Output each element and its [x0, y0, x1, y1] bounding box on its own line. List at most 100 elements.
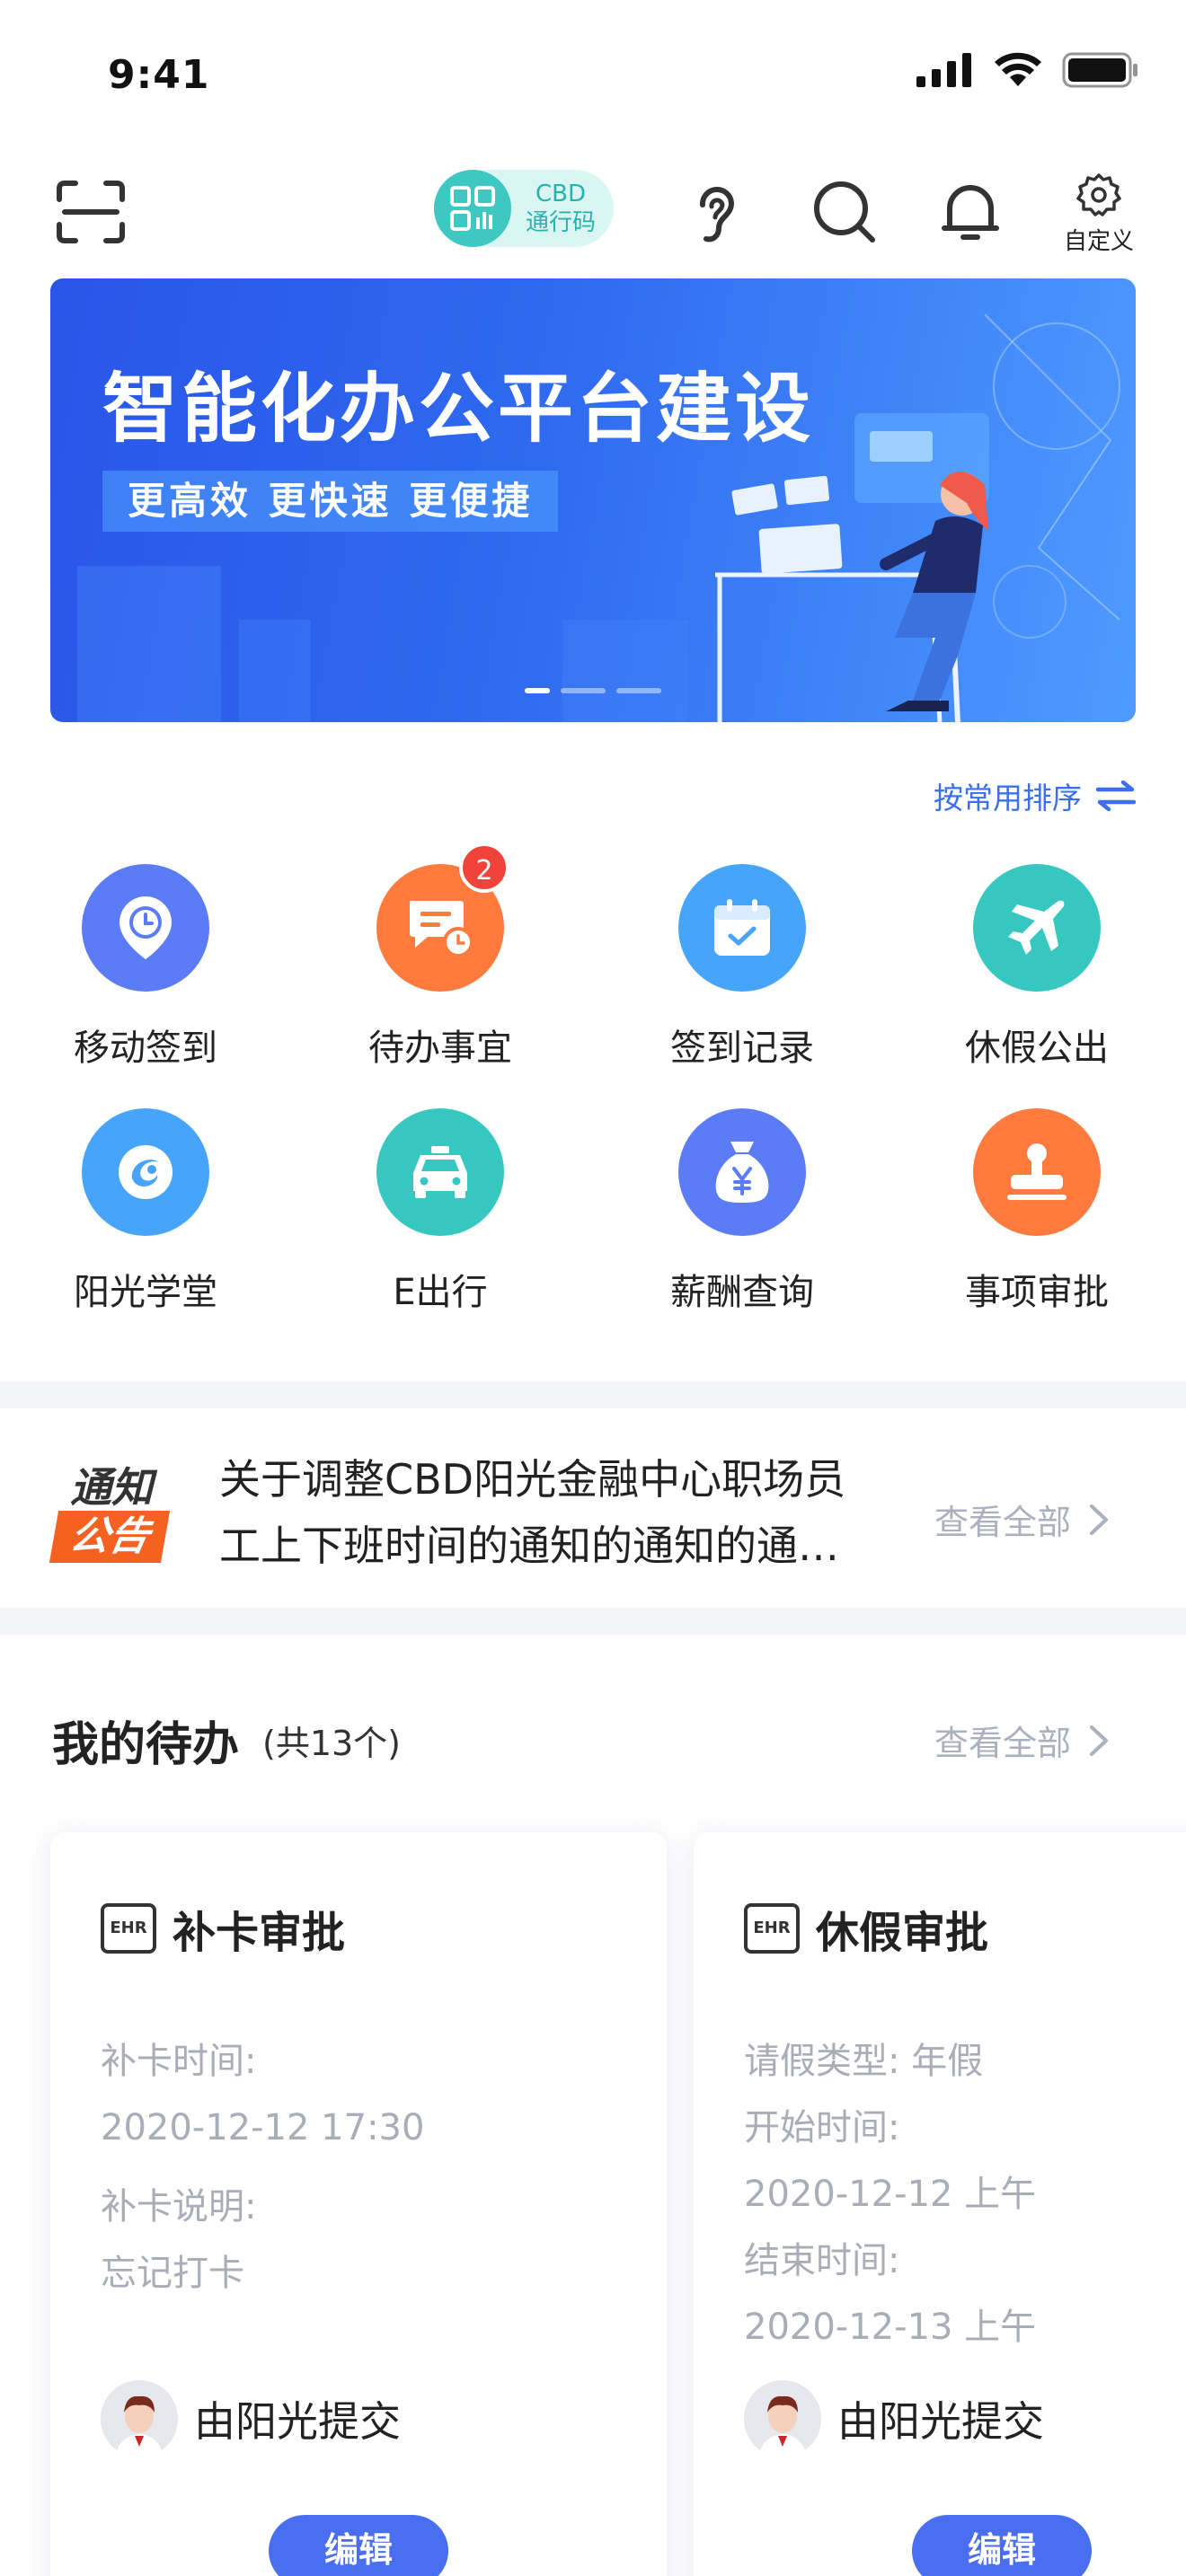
- avatar: [744, 2380, 821, 2457]
- card-field: 忘记打卡: [101, 2253, 244, 2294]
- notice-logo: 通知 公告: [49, 1455, 185, 1568]
- banner-title: 智能化办公平台建设: [102, 365, 815, 453]
- card-field: 补卡时间:: [101, 2041, 257, 2082]
- taxi-icon: [376, 1108, 504, 1236]
- cbd-pass-label: CBD 通行码: [520, 180, 601, 237]
- notice-logo-bottom: 公告: [49, 1511, 171, 1563]
- card-field: 补卡说明:: [101, 2186, 257, 2228]
- sunshine-school-icon: [82, 1108, 209, 1236]
- ehr-icon: EHR: [744, 1903, 800, 1954]
- card-field: 结束时间:: [744, 2240, 900, 2281]
- app-label: 移动签到: [74, 1028, 217, 1069]
- app-label: 薪酬查询: [670, 1272, 814, 1313]
- todo-card[interactable]: EHR 补卡审批 补卡时间: 2020-12-12 17:30 补卡说明: 忘记…: [50, 1832, 667, 2576]
- ear-icon: [699, 187, 735, 243]
- todo-view-all-button[interactable]: 查看全部: [934, 1716, 1109, 1765]
- calendar-check-icon: [678, 864, 806, 992]
- notice-line-2: 工上下班时间的通知的通知的通…: [219, 1522, 839, 1570]
- notice-text[interactable]: 关于调整CBD阳光金融中心职场员 工上下班时间的通知的通知的通…: [219, 1446, 902, 1579]
- search-button[interactable]: [809, 176, 881, 248]
- search-icon: [814, 181, 875, 243]
- section-divider: [0, 1608, 1186, 1635]
- banner-carousel[interactable]: 智能化办公平台建设 更高效 更快速 更便捷: [50, 278, 1136, 722]
- card-field: 2020-12-12 17:30: [101, 2107, 425, 2148]
- card-field: 请假类型: 年假: [744, 2041, 984, 2082]
- notice-line-1: 关于调整CBD阳光金融中心职场员: [219, 1455, 846, 1504]
- status-icons: [916, 52, 1139, 88]
- app-sunshine-academy[interactable]: 阳光学堂: [38, 1108, 253, 1315]
- app-label: E出行: [393, 1272, 488, 1313]
- app-salary-inquiry[interactable]: 薪酬查询: [634, 1108, 850, 1315]
- todo-card[interactable]: EHR 休假审批 请假类型: 年假 开始时间: 2020-12-12 上午 结束…: [694, 1832, 1186, 2576]
- location-clock-icon: [82, 864, 209, 992]
- battery-icon: [1062, 52, 1137, 88]
- customize-button[interactable]: 自定义: [1058, 172, 1139, 256]
- stamp-icon: [973, 1108, 1101, 1236]
- sort-label: 按常用排序: [934, 781, 1082, 816]
- card-title: 补卡审批: [173, 1908, 346, 1958]
- ehr-icon: EHR: [101, 1903, 156, 1954]
- view-all-label: 查看全部: [934, 1724, 1072, 1763]
- todo-badge: 2: [459, 842, 509, 893]
- app-item-approval[interactable]: 事项审批: [929, 1108, 1145, 1315]
- card-details: 请假类型: 年假 开始时间: 2020-12-12 上午 结束时间: 2020-…: [744, 2028, 1036, 2360]
- todo-section-title: 我的待办: [52, 1718, 240, 1772]
- edit-button[interactable]: 编辑: [912, 2515, 1092, 2576]
- card-submitter: 由阳光提交: [101, 2380, 401, 2457]
- app-mobile-checkin[interactable]: 移动签到: [38, 864, 253, 1071]
- app-leave-business-trip[interactable]: 休假公出: [929, 864, 1145, 1071]
- card-details: 补卡时间: 2020-12-12 17:30 补卡说明: 忘记打卡: [101, 2028, 424, 2307]
- app-checkin-records[interactable]: 签到记录: [634, 864, 850, 1071]
- app-e-travel[interactable]: E出行: [332, 1108, 548, 1315]
- chevron-right-icon: [1090, 1725, 1109, 1756]
- app-label: 阳光学堂: [74, 1272, 217, 1313]
- card-header: EHR 休假审批: [744, 1897, 988, 1960]
- customize-label: 自定义: [1063, 228, 1134, 255]
- carousel-dot[interactable]: [525, 688, 550, 693]
- airplane-icon: [973, 864, 1101, 992]
- card-field: 开始时间:: [744, 2107, 900, 2148]
- app-label: 事项审批: [965, 1272, 1109, 1313]
- notice-view-all-button[interactable]: 查看全部: [934, 1495, 1109, 1544]
- cbd-pass-line2: 通行码: [525, 209, 596, 236]
- scan-button[interactable]: [56, 180, 126, 244]
- todo-message-icon: 2: [376, 842, 509, 992]
- notice-logo-top: 通知: [70, 1463, 153, 1512]
- app-label: 休假公出: [965, 1028, 1109, 1069]
- avatar: [101, 2380, 178, 2457]
- notice-bar[interactable]: 通知 公告 关于调整CBD阳光金融中心职场员 工上下班时间的通知的通知的通… 查…: [0, 1408, 1186, 1635]
- qr-code-icon: [434, 170, 511, 247]
- gear-icon: [1076, 173, 1121, 216]
- edit-button[interactable]: 编辑: [269, 2515, 448, 2576]
- hearing-button[interactable]: [681, 176, 753, 248]
- banner-subtitle: 更高效 更快速 更便捷: [102, 471, 559, 532]
- section-divider: [0, 1381, 1186, 1408]
- money-bag-icon: [678, 1108, 806, 1236]
- chevron-right-icon: [1090, 1504, 1109, 1535]
- submitter-name: 由阳光提交: [837, 2397, 1044, 2446]
- card-field: 2020-12-13 上午: [744, 2307, 1037, 2348]
- card-title: 休假审批: [816, 1908, 989, 1958]
- app-label: 待办事宜: [368, 1028, 512, 1069]
- view-all-label: 查看全部: [934, 1503, 1072, 1542]
- card-field: 2020-12-12 上午: [744, 2174, 1037, 2215]
- carousel-dot[interactable]: [561, 688, 606, 693]
- card-submitter: 由阳光提交: [744, 2380, 1044, 2457]
- carousel-dot[interactable]: [616, 688, 661, 693]
- swap-arrows-icon: [1096, 781, 1136, 811]
- card-header: EHR 补卡审批: [101, 1897, 345, 1960]
- submitter-name: 由阳光提交: [194, 2397, 401, 2446]
- cbd-pass-line1: CBD: [535, 181, 586, 207]
- scan-icon: [57, 181, 125, 243]
- app-todo[interactable]: 2 待办事宜: [332, 842, 548, 1071]
- todo-count: (共13个): [262, 1724, 402, 1763]
- cbd-pass-button[interactable]: CBD 通行码: [434, 170, 614, 247]
- signal-icon: [916, 53, 971, 87]
- carousel-indicator: [525, 688, 661, 693]
- app-label: 签到记录: [670, 1028, 814, 1069]
- bell-icon: [942, 185, 999, 240]
- notifications-button[interactable]: [934, 176, 1006, 248]
- sort-by-usage-button[interactable]: 按常用排序: [934, 774, 1136, 817]
- home-screen: 9:41 CBD 通行码 自定义 智能化办公平台建设 更高效 更快速 更便捷 按…: [0, 0, 1186, 2576]
- wifi-icon: [995, 52, 1041, 86]
